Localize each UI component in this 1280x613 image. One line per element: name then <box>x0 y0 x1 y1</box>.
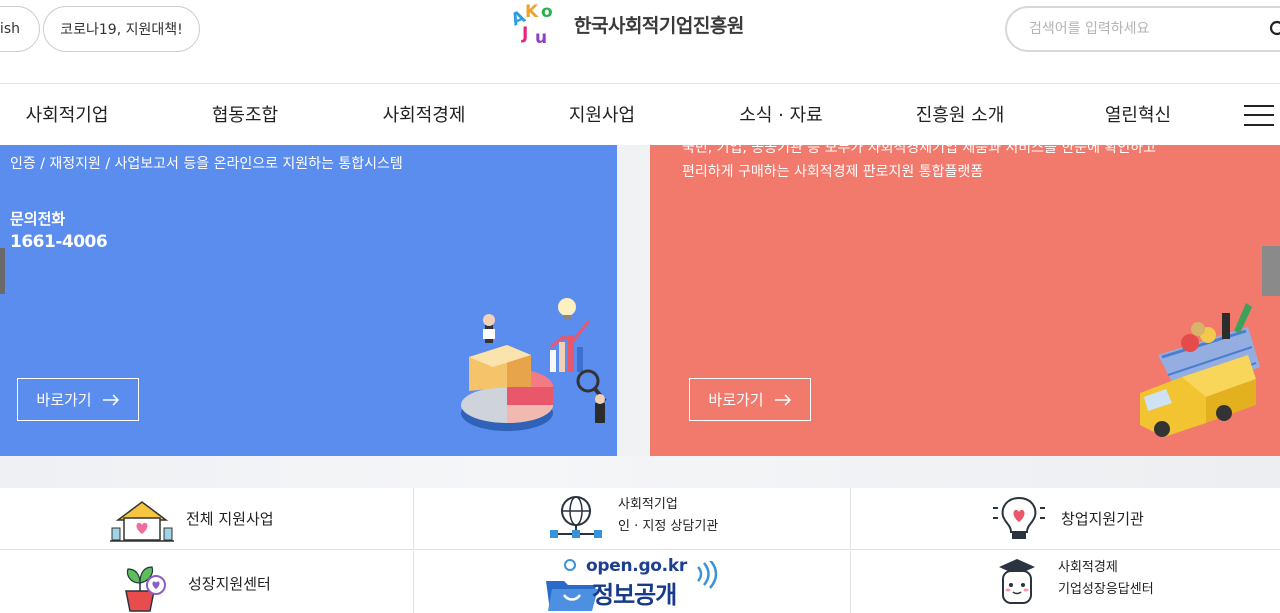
logo-text: 한국사회적기업진흥원 <box>574 14 744 37</box>
gnb-support-programs[interactable]: 지원사업 <box>569 101 635 127</box>
quick-open-government-info[interactable]: open.go.kr 정보공개 <box>414 551 851 613</box>
quick-label-line1: 사회적경제 <box>1058 560 1118 575</box>
arrow-right-icon <box>774 393 791 406</box>
gnb-about[interactable]: 진흥원 소개 <box>916 101 1005 127</box>
banner-gap <box>617 145 650 456</box>
svg-text:o: o <box>541 2 553 22</box>
svg-text:u: u <box>535 28 547 47</box>
open-go-kr-label: open.go.kr <box>586 556 687 576</box>
search-icon[interactable] <box>1269 20 1280 40</box>
quick-label-line2: 기업성장응답센터 <box>1058 582 1154 597</box>
banner-go-button[interactable]: 바로가기 <box>17 378 139 421</box>
search-input[interactable] <box>1029 17 1229 41</box>
gnb-news-materials[interactable]: 소식 · 자료 <box>739 101 822 127</box>
signal-waves-icon <box>697 561 718 589</box>
chart-illustration-icon <box>461 298 607 431</box>
go-button-label: 바로가기 <box>36 391 92 409</box>
phone-label: 문의전화 <box>10 210 66 228</box>
quick-label-line2: 인 · 지정 상담기관 <box>618 519 719 534</box>
quick-growth-support-center[interactable]: 성장지원센터 <box>0 551 414 613</box>
house-heart-icon <box>110 501 174 542</box>
quick-label: 성장지원센터 <box>188 575 271 593</box>
banner-go-button[interactable]: 바로가기 <box>689 378 811 421</box>
gnb-social-enterprise[interactable]: 사회적기업 <box>26 101 109 127</box>
lightbulb-heart-icon <box>993 496 1045 539</box>
quick-social-enterprise-consulting[interactable]: 사회적기업 인 · 지정 상담기관 <box>414 488 851 550</box>
arrow-right-icon <box>102 393 119 406</box>
background-band <box>0 456 1280 488</box>
gnb-cooperative[interactable]: 협동조합 <box>212 101 278 127</box>
quick-all-support-programs[interactable]: 전체 지원사업 <box>0 488 414 550</box>
quick-startup-support-agency[interactable]: 창업지원기관 <box>851 488 1280 550</box>
search-box <box>1005 6 1280 52</box>
banner-description-line1: 국민, 기업, 공공기관 등 모두가 사회적경제기업 제품과 서비스를 한눈에 … <box>682 145 1156 156</box>
graduate-character-icon <box>999 559 1035 604</box>
gnb-social-economy[interactable]: 사회적경제 <box>383 101 466 127</box>
top-utility-bar: lish 코로나19, 지원대책! A K o J u 한국사회적기업진흥원 <box>0 0 1280 84</box>
main-navigation: 사회적기업 협동조합 사회적경제 지원사업 소식 · 자료 진흥원 소개 열린혁… <box>0 85 1280 145</box>
open-info-label: 정보공개 <box>592 581 677 609</box>
slide-next-handle[interactable] <box>1262 246 1280 296</box>
go-button-label: 바로가기 <box>708 391 764 409</box>
svg-text:J: J <box>521 24 528 44</box>
quick-label-line1: 사회적기업 <box>618 497 678 512</box>
globe-network-icon <box>550 496 602 538</box>
slide-prev-handle[interactable] <box>0 248 5 294</box>
svg-text:K: K <box>525 2 539 22</box>
banner-sales-platform: 국민, 기업, 공공기관 등 모두가 사회적경제기업 제품과 서비스를 한눈에 … <box>650 145 1280 456</box>
corona-support-button[interactable]: 코로나19, 지원대책! <box>43 6 200 52</box>
english-button[interactable]: lish <box>0 6 40 52</box>
phone-number: 1661-4006 <box>10 232 108 252</box>
banner-integrated-system: 인증 / 재정지원 / 사업보고서 등을 온라인으로 지원하는 통합시스템 문의… <box>0 145 617 456</box>
quick-growth-response-center[interactable]: 사회적경제 기업성장응답센터 <box>851 551 1280 613</box>
quick-label: 창업지원기관 <box>1061 510 1144 528</box>
delivery-truck-illustration-icon <box>1140 303 1260 437</box>
banner-description-line2: 편리하게 구매하는 사회적경제 판로지원 통합플랫폼 <box>682 164 984 180</box>
quick-label: 전체 지원사업 <box>186 510 274 528</box>
banner-description: 인증 / 재정지원 / 사업보고서 등을 온라인으로 지원하는 통합시스템 <box>10 156 403 172</box>
plant-pot-icon <box>125 566 166 612</box>
menu-hamburger-icon[interactable] <box>1244 102 1274 128</box>
logo-mark-icon: A K o J u <box>510 2 553 47</box>
site-logo[interactable]: A K o J u 한국사회적기업진흥원 <box>510 0 744 48</box>
gnb-open-innovation[interactable]: 열린혁신 <box>1105 101 1171 127</box>
quick-menu-grid: 전체 지원사업 사회적기업 인 · 지정 상담기관 창업지원기관 성장지원센터 … <box>0 488 1280 613</box>
